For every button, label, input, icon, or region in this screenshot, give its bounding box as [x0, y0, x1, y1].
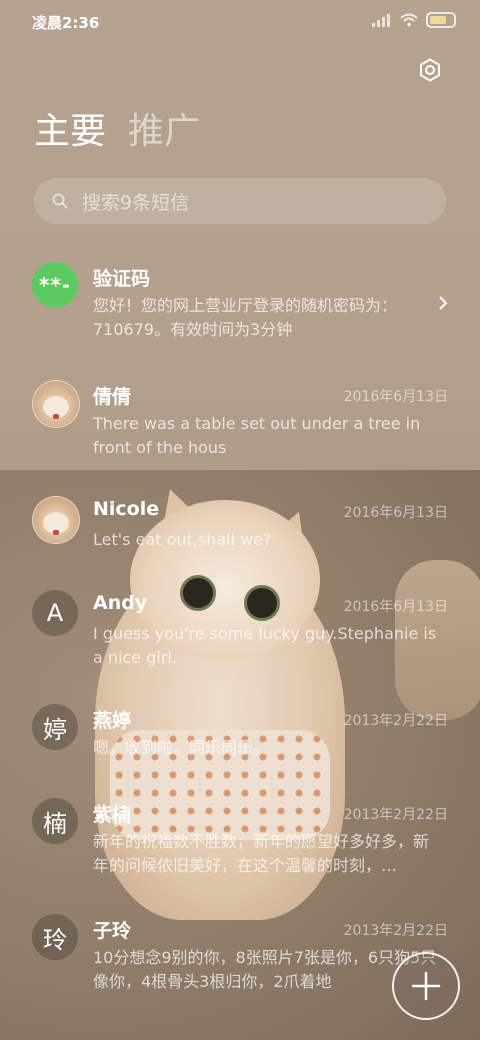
message-preview: I guess you're some lucky guy.Stephanie … [93, 624, 437, 667]
message-preview: 您好！您的网上营业厅登录的随机密码为：710679。有效时间为3分钟 [93, 296, 398, 339]
message-date: 2016年6月13日 [343, 389, 448, 405]
signal-icon [372, 13, 392, 27]
settings-button[interactable] [414, 54, 446, 86]
avatar: 楠 [32, 798, 78, 844]
contact-name: Andy [93, 592, 148, 614]
avatar: A [32, 590, 78, 636]
status-bar: 凌晨2:36 [0, 0, 480, 44]
contact-name: 子玲 [93, 920, 132, 942]
message-date: 2016年6月13日 [343, 505, 448, 521]
contact-name: Nicole [93, 498, 160, 520]
battery-icon [426, 12, 456, 28]
status-time: 凌晨2:36 [32, 14, 100, 32]
wifi-icon [400, 13, 418, 27]
contact-name: 紫楠 [93, 804, 132, 826]
avatar: 玲 [32, 914, 78, 960]
message-item[interactable]: Nicole 2016年6月13日 Let's eat out,shall we… [0, 496, 480, 566]
avatar: **- [32, 262, 78, 308]
avatar: 婷 [32, 704, 78, 750]
message-item[interactable]: A Andy 2016年6月13日 I guess you're some lu… [0, 590, 480, 680]
tab-primary[interactable]: 主要 [34, 108, 106, 156]
avatar [32, 496, 80, 544]
message-item[interactable]: 倩倩 2016年6月13日 There was a table set out … [0, 380, 480, 470]
message-preview: Let's eat out,shall we? [93, 530, 272, 549]
contact-name: 燕婷 [93, 710, 132, 732]
chevron-right-icon [439, 296, 448, 310]
message-preview: 嗯。收到啦。同乐同乐。 [93, 738, 270, 757]
search-input[interactable]: 搜索9条短信 [34, 178, 446, 224]
message-date: 2013年2月22日 [343, 923, 448, 939]
message-preview: 10分想念9别的你，8张照片7张是你，6只狗5只像你，4根骨头3根归你，2爪着地 [93, 948, 437, 991]
message-item[interactable]: 楠 紫楠 2013年2月22日 新年的祝福数不胜数，新年的愿望好多好多，新年的问… [0, 798, 480, 888]
message-date: 2013年2月22日 [343, 807, 448, 823]
tab-bar: 主要 推广 [34, 108, 200, 156]
tab-promotions[interactable]: 推广 [128, 108, 200, 156]
message-item[interactable]: **- 验证码 您好！您的网上营业厅登录的随机密码为：710679。有效时间为3… [0, 252, 480, 352]
compose-button[interactable] [392, 952, 460, 1020]
search-icon [52, 193, 68, 209]
message-preview: There was a table set out under a tree i… [93, 414, 421, 457]
message-date: 2016年6月13日 [343, 599, 448, 615]
contact-name: 验证码 [93, 268, 151, 290]
avatar [32, 380, 80, 428]
contact-name: 倩倩 [93, 386, 132, 408]
message-date: 2013年2月22日 [343, 713, 448, 729]
message-preview: 新年的祝福数不胜数，新年的愿望好多好多，新年的问候依旧美好，在这个温馨的时刻，… [93, 832, 430, 875]
plus-icon [411, 971, 441, 1001]
status-icons [372, 12, 456, 28]
message-item[interactable]: 婷 燕婷 2013年2月22日 嗯。收到啦。同乐同乐。 [0, 704, 480, 774]
gear-icon [420, 58, 440, 82]
search-placeholder: 搜索9条短信 [82, 191, 190, 214]
